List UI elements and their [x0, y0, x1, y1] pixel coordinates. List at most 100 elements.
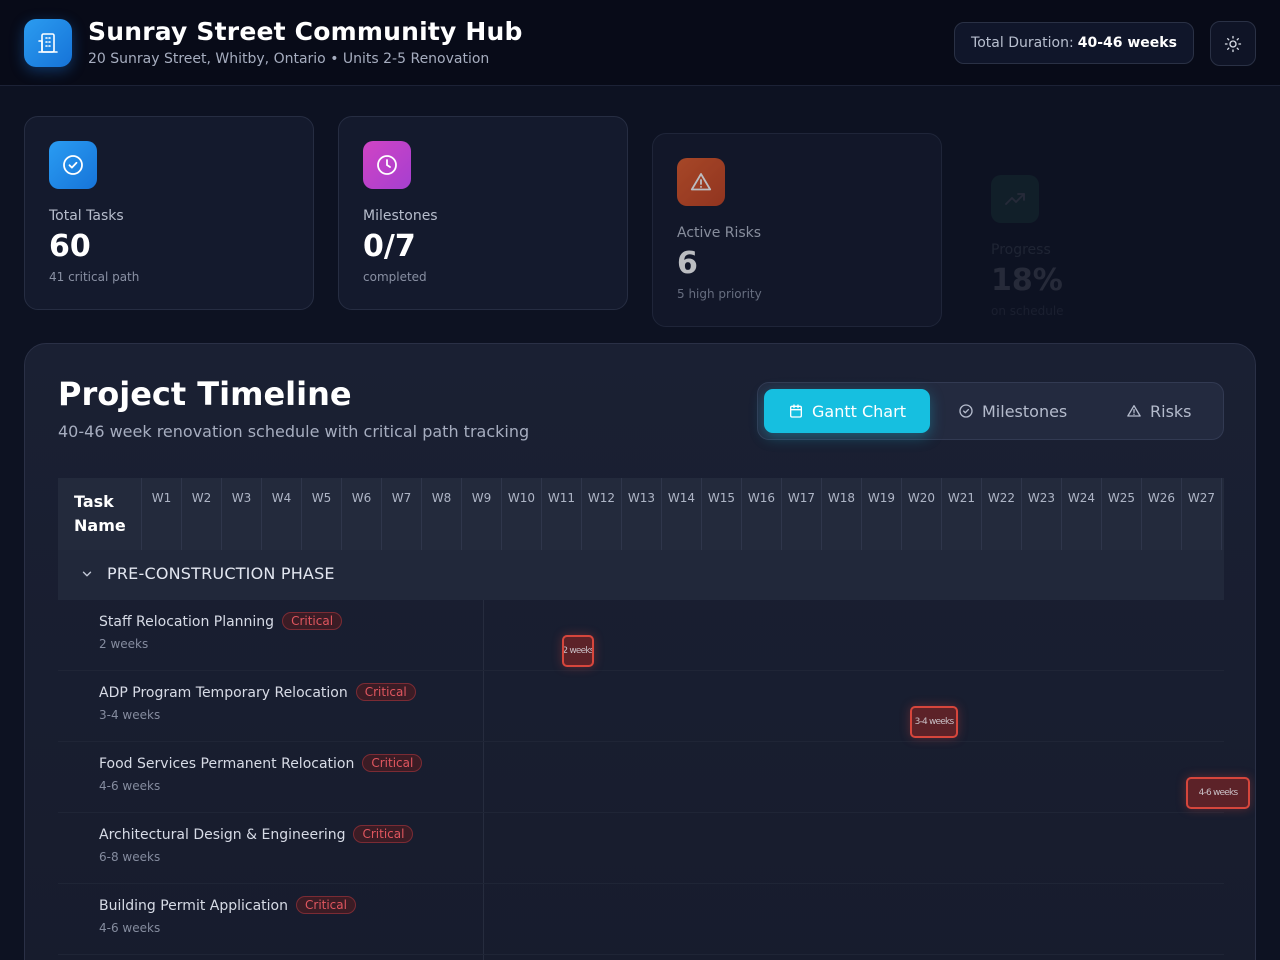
tab-milestones[interactable]: Milestones — [958, 389, 1078, 433]
project-timeline-panel: Project Timeline 40-46 week renovation s… — [24, 343, 1256, 960]
app-subtitle: 20 Sunray Street, Whitby, Ontario • Unit… — [88, 51, 490, 67]
phase-row[interactable]: PRE-CONSTRUCTION PHASE — [58, 550, 1224, 600]
week-header: W14 — [662, 478, 702, 550]
week-header: W22 — [982, 478, 1022, 550]
task-name: Food Services Permanent Relocation Critic… — [99, 754, 423, 772]
week-header: W16 — [742, 478, 782, 550]
gantt-bar[interactable]: 3-4 weeks — [910, 706, 958, 738]
stat-subtext: 41 critical path — [49, 270, 140, 284]
week-header: W9 — [462, 478, 502, 550]
week-header: W24 — [1062, 478, 1102, 550]
panel-title: Project Timeline — [58, 375, 352, 413]
stat-value: 60 — [49, 229, 91, 264]
panel-subtitle: 40-46 week renovation schedule with crit… — [58, 422, 530, 441]
clock-icon — [363, 141, 411, 189]
trending-up-icon — [991, 175, 1039, 223]
week-header: W3 — [222, 478, 262, 550]
phase-label: PRE-CONSTRUCTION PHASE — [107, 564, 335, 583]
critical-badge: Critical — [353, 825, 414, 843]
tab-gantt-chart[interactable]: Gantt Chart — [764, 389, 930, 433]
week-header: W17 — [782, 478, 822, 550]
week-header: W19 — [862, 478, 902, 550]
task-name: Building Permit Application Critical — [99, 896, 356, 914]
theme-toggle-button[interactable] — [1210, 21, 1256, 66]
week-header: W10 — [502, 478, 542, 550]
task-row[interactable]: Architectural Design & Engineering Critic… — [58, 813, 1224, 884]
task-name-text: Building Permit Application — [99, 898, 288, 914]
duration-value: 40-46 weeks — [1077, 35, 1177, 51]
task-name: Staff Relocation Planning Critical — [99, 612, 343, 630]
check-circle-icon — [959, 404, 973, 418]
stat-subtext: completed — [363, 270, 427, 284]
stat-card-progress: Progress 18% on schedule — [966, 150, 1256, 344]
task-name-text: ADP Program Temporary Relocation — [99, 685, 348, 701]
sun-icon — [1224, 35, 1242, 52]
tab-risks[interactable]: Risks — [1126, 389, 1206, 433]
task-name-text: Staff Relocation Planning — [99, 614, 275, 630]
app-header: Sunray Street Community Hub 20 Sunray St… — [0, 0, 1280, 86]
week-header: W23 — [1022, 478, 1062, 550]
week-header: W8 — [422, 478, 462, 550]
week-header: W20 — [902, 478, 942, 550]
task-duration: 4-6 weeks — [99, 921, 161, 935]
week-header: W12 — [582, 478, 622, 550]
task-name-text: Food Services Permanent Relocation — [99, 756, 355, 772]
stat-value: 0/7 — [363, 229, 416, 264]
stat-card-milestones: Milestones 0/7 completed — [338, 116, 628, 310]
duration-label: Total Duration: — [971, 35, 1074, 51]
stat-label: Progress — [991, 242, 1051, 258]
week-header: W21 — [942, 478, 982, 550]
task-duration: 4-6 weeks — [99, 779, 161, 793]
task-row[interactable]: Building Permit Application Critical 4-6 w… — [58, 884, 1224, 955]
tab-label: Risks — [1150, 401, 1192, 421]
stat-card-total-tasks: Total Tasks 60 41 critical path — [24, 116, 314, 310]
task-row[interactable]: ADP Program Temporary Relocation Critical… — [58, 671, 1224, 742]
stat-subtext: 5 high priority — [677, 287, 762, 301]
week-header: W27 — [1182, 478, 1222, 550]
task-duration: 3-4 weeks — [99, 708, 161, 722]
calendar-icon — [790, 404, 803, 418]
critical-badge: Critical — [355, 683, 416, 701]
stat-subtext: on schedule — [991, 304, 1064, 318]
view-tabs: Gantt Chart Milestones Risks — [757, 382, 1224, 440]
task-name-text: Architectural Design & Engineering — [99, 827, 346, 843]
week-header: W4 — [262, 478, 302, 550]
week-header: W18 — [822, 478, 862, 550]
critical-badge: Critical — [362, 754, 423, 772]
stat-value: 6 — [677, 246, 698, 281]
week-header: W26 — [1142, 478, 1182, 550]
week-header: W2 — [182, 478, 222, 550]
tab-label: Gantt Chart — [812, 401, 906, 421]
week-header: W7 — [382, 478, 422, 550]
stat-value: 18% — [991, 263, 1063, 298]
week-header: W5 — [302, 478, 342, 550]
tab-label: Milestones — [982, 401, 1068, 421]
task-row[interactable]: Staff Relocation Planning Critical 2 weeks… — [58, 600, 1224, 671]
task-name: Architectural Design & Engineering Critic… — [99, 825, 414, 843]
critical-badge: Critical — [282, 612, 343, 630]
warning-icon — [677, 158, 725, 206]
stat-card-active-risks: Active Risks 6 5 high priority — [652, 133, 942, 327]
building-icon — [24, 19, 72, 67]
week-header: W6 — [342, 478, 382, 550]
task-name-header: Task Name — [58, 478, 142, 550]
week-header: W11 — [542, 478, 582, 550]
task-duration: 2 weeks — [99, 637, 149, 651]
stat-label: Active Risks — [677, 225, 762, 241]
warning-icon — [1127, 405, 1141, 417]
week-header: W13 — [622, 478, 662, 550]
gantt-header: Task Name W1 W2 W3 W4 W5 W6 W7 W8 W9 W10 W11 W12 W13… — [58, 478, 1224, 550]
critical-badge: Critical — [296, 896, 356, 914]
gantt-bar[interactable]: 4-6 weeks — [1186, 777, 1250, 809]
task-row[interactable]: Food Services Permanent Relocation Critic… — [58, 742, 1250, 813]
check-circle-icon — [49, 141, 97, 189]
chevron-down-icon[interactable] — [80, 567, 94, 581]
week-header: W1 — [142, 478, 182, 550]
week-header: W15 — [702, 478, 742, 550]
stat-label: Milestones — [363, 208, 438, 224]
task-duration: 6-8 weeks — [99, 850, 161, 864]
week-header: W25 — [1102, 478, 1142, 550]
total-duration-badge: Total Duration: 40-46 weeks — [954, 22, 1194, 64]
stat-label: Total Tasks — [49, 208, 124, 224]
gantt-bar[interactable]: 2 weeks — [562, 635, 594, 667]
